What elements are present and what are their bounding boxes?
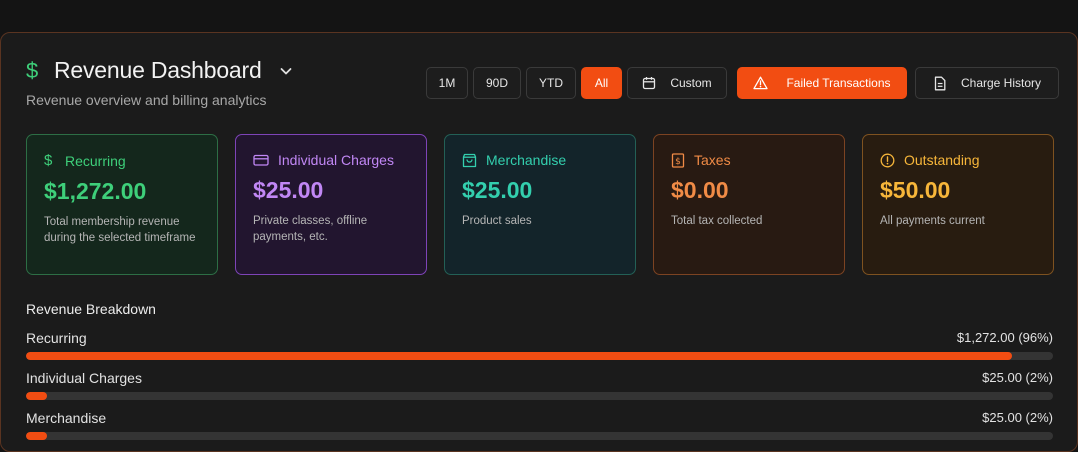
- progress-track: [26, 352, 1053, 360]
- card-amount: $0.00: [671, 177, 729, 203]
- breakdown-label: Merchandise: [26, 410, 107, 426]
- range-90d-button[interactable]: 90D: [473, 67, 521, 99]
- card-description: Total tax collected: [671, 215, 763, 227]
- custom-label: Custom: [670, 76, 712, 90]
- breakdown-label: Recurring: [26, 330, 87, 346]
- document-icon: [933, 76, 947, 91]
- progress-fill: [26, 392, 47, 400]
- breakdown-value: $25.00 (2%): [982, 410, 1053, 425]
- breakdown-list: Recurring $1,272.00 (96%) Individual Cha…: [26, 329, 1053, 449]
- page-subtitle: Revenue overview and billing analytics: [26, 92, 267, 108]
- card-label: Merchandise: [486, 152, 567, 168]
- range-ytd-button[interactable]: YTD: [526, 67, 576, 99]
- summary-cards: $ Recurring $1,272.00 Total membership r…: [26, 134, 1054, 275]
- card-description: Private classes, offline payments, etc.: [253, 215, 368, 243]
- svg-text:$: $: [675, 157, 681, 167]
- card-description: Total membership revenue during the sele…: [44, 216, 196, 244]
- dashboard-panel: $ Revenue Dashboard Revenue overview and…: [0, 32, 1078, 452]
- card-description: Product sales: [462, 215, 532, 227]
- card-amount: $1,272.00: [44, 178, 147, 204]
- breakdown-title: Revenue Breakdown: [26, 301, 156, 317]
- breakdown-label: Individual Charges: [26, 370, 142, 386]
- card-outstanding: Outstanding $50.00 All payments current: [862, 134, 1054, 275]
- warning-icon: [753, 76, 769, 90]
- custom-range-button[interactable]: Custom: [627, 67, 727, 99]
- breakdown-value: $25.00 (2%): [982, 370, 1053, 385]
- range-all-button[interactable]: All: [581, 67, 622, 99]
- calendar-icon: [642, 76, 656, 90]
- breakdown-row: Recurring $1,272.00 (96%): [26, 329, 1053, 369]
- progress-track: [26, 432, 1053, 440]
- card-individual-charges: Individual Charges $25.00 Private classe…: [235, 134, 427, 275]
- dollar-icon: $: [44, 152, 53, 169]
- page-title: Revenue Dashboard: [54, 57, 262, 83]
- progress-fill: [26, 352, 1012, 360]
- breakdown-row: Individual Charges $25.00 (2%): [26, 369, 1053, 409]
- title-row: $ Revenue Dashboard: [26, 57, 294, 84]
- progress-fill: [26, 432, 47, 440]
- toolbar: 1M 90D YTD All Custom Failed Transaction…: [426, 67, 1059, 99]
- card-amount: $50.00: [880, 177, 951, 203]
- breakdown-value: $1,272.00 (96%): [956, 330, 1053, 345]
- chevron-down-icon[interactable]: [278, 63, 294, 79]
- shopping-bag-icon: [462, 153, 477, 168]
- range-1m-button[interactable]: 1M: [426, 67, 468, 99]
- card-description: All payments current: [880, 215, 985, 227]
- charge-history-button[interactable]: Charge History: [915, 67, 1059, 99]
- card-taxes: $ Taxes $0.00 Total tax collected: [653, 134, 845, 275]
- receipt-icon: $: [671, 152, 685, 168]
- card-label: Recurring: [65, 152, 126, 169]
- alert-circle-icon: [880, 153, 895, 168]
- breakdown-row: Merchandise $25.00 (2%): [26, 409, 1053, 449]
- failed-transactions-button[interactable]: Failed Transactions: [737, 67, 907, 99]
- charge-history-label: Charge History: [960, 76, 1042, 90]
- card-label: Taxes: [694, 152, 731, 168]
- card-label: Individual Charges: [278, 152, 394, 168]
- card-recurring: $ Recurring $1,272.00 Total membership r…: [26, 134, 218, 275]
- card-amount: $25.00: [253, 177, 324, 203]
- card-merchandise: Merchandise $25.00 Product sales: [444, 134, 636, 275]
- card-amount: $25.00: [462, 177, 533, 203]
- failed-transactions-label: Failed Transactions: [786, 76, 891, 90]
- progress-track: [26, 392, 1053, 400]
- dollar-icon: $: [26, 57, 39, 83]
- card-label: Outstanding: [904, 152, 980, 168]
- credit-card-icon: [253, 153, 269, 167]
